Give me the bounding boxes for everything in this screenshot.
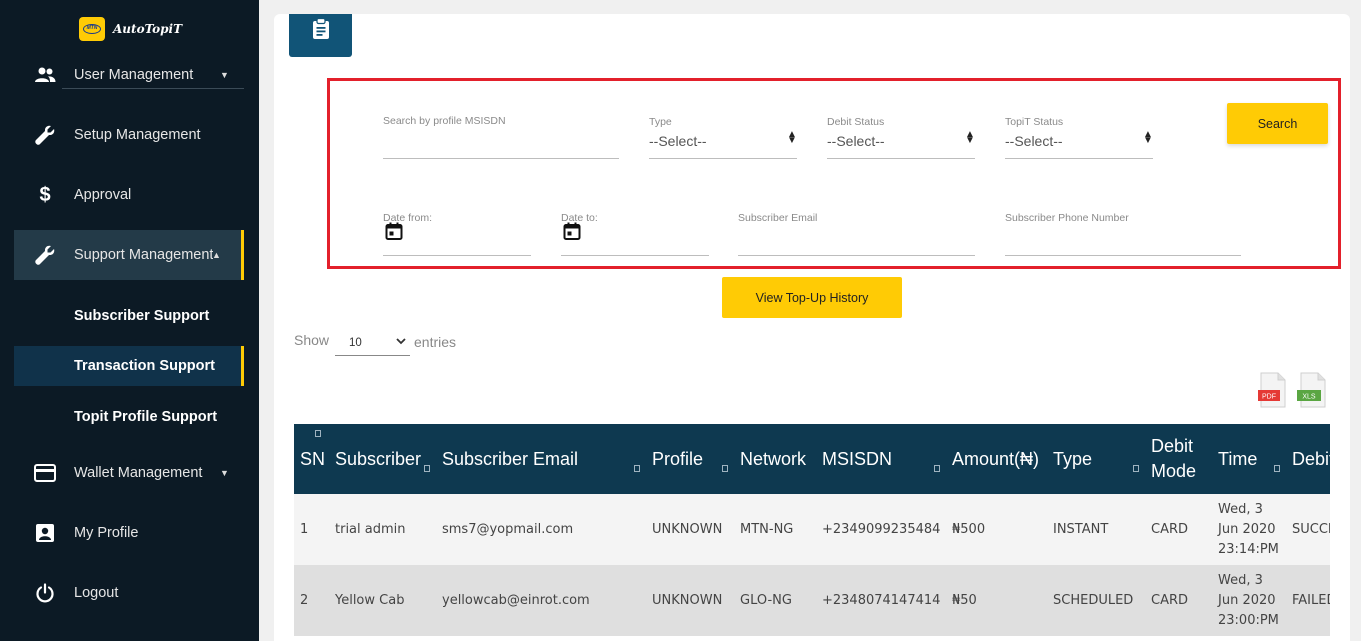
pdf-export-icon[interactable]: PDF xyxy=(1258,372,1286,408)
cell-email: yellowcab@einrot.com xyxy=(442,593,590,608)
cell-debit-status: FAILED xyxy=(1292,593,1330,608)
table-row[interactable]: 2 Yellow Cab yellowcab@einrot.com UNKNOW… xyxy=(294,565,1330,636)
chevron-down-icon: ▼ xyxy=(220,468,229,478)
cell-network: GLO-NG xyxy=(740,593,792,608)
sidebar-item-wallet-management[interactable]: Wallet Management ▼ xyxy=(14,448,244,498)
calendar-icon[interactable] xyxy=(385,222,403,240)
sidebar-subitem-topit-profile-support[interactable]: Topit Profile Support xyxy=(14,397,244,437)
sidebar-item-setup-management[interactable]: Setup Management xyxy=(14,110,244,160)
cell-subscriber: Yellow Cab xyxy=(335,593,405,608)
cell-sn: 2 xyxy=(300,593,309,608)
cell-email: sms7@yopmail.com xyxy=(442,522,574,537)
column-header-email[interactable]: Subscriber Email xyxy=(436,424,646,494)
wrench-icon xyxy=(34,124,56,146)
column-header-time[interactable]: Time xyxy=(1212,424,1286,494)
search-button[interactable]: Search xyxy=(1227,103,1328,144)
dollar-icon: $ xyxy=(39,183,51,206)
subscriber-phone-label: Subscriber Phone Number xyxy=(1005,212,1129,224)
svg-text:PDF: PDF xyxy=(1262,394,1276,401)
sidebar-item-user-management[interactable]: User Management ▼ xyxy=(14,50,244,100)
subscriber-email-input[interactable] xyxy=(738,255,975,256)
sidebar-subitem-transaction-support[interactable]: Transaction Support xyxy=(14,346,244,386)
column-header-debit-mode[interactable]: Debit Mode xyxy=(1145,424,1212,494)
svg-text:XLS: XLS xyxy=(1302,394,1316,401)
date-to-input[interactable] xyxy=(561,222,709,256)
brand[interactable]: MTN AutoTopiT xyxy=(79,17,182,41)
view-topup-history-button[interactable]: View Top-Up History xyxy=(722,277,902,318)
cell-debit-status: SUCCESS xyxy=(1292,522,1330,537)
column-header-subscriber[interactable]: Subscriber xyxy=(329,424,436,494)
entries-label: entries xyxy=(414,334,457,350)
column-header-profile[interactable]: Profile xyxy=(646,424,734,494)
date-from-input[interactable] xyxy=(383,222,531,256)
column-header-debit-status[interactable]: Debit Status xyxy=(1286,424,1330,494)
main-card: Search by profile MSISDN Type --Select--… xyxy=(274,14,1350,641)
wrench-icon xyxy=(34,244,56,266)
cell-debit-mode: CARD xyxy=(1151,593,1189,608)
entries-select[interactable]: 10 xyxy=(335,329,410,356)
cell-profile: UNKNOWN xyxy=(652,593,723,608)
cell-debit-mode: CARD xyxy=(1151,522,1189,537)
sort-arrows-icon: ▲ ▼ xyxy=(787,129,797,146)
cell-amount: ₦500 xyxy=(952,522,986,537)
cell-type: SCHEDULED xyxy=(1053,593,1134,608)
msisdn-field-label: Search by profile MSISDN xyxy=(383,115,506,127)
column-header-msisdn[interactable]: MSISDN xyxy=(816,424,946,494)
cell-sn: 1 xyxy=(300,522,309,537)
topit-status-select[interactable]: --Select-- ▲ ▼ xyxy=(1005,126,1153,159)
column-header-network[interactable]: Network xyxy=(734,424,816,494)
debit-status-select[interactable]: --Select-- ▲ ▼ xyxy=(827,126,975,159)
transactions-table: SN Subscriber Subscriber Email Profile N… xyxy=(294,424,1330,641)
show-label: Show xyxy=(294,332,330,348)
users-icon xyxy=(34,64,56,86)
msisdn-input[interactable] xyxy=(383,158,619,159)
sidebar: MTN AutoTopiT User Management ▼ Setup Ma… xyxy=(0,0,259,641)
mtn-logo-icon: MTN xyxy=(79,17,105,41)
cell-type: INSTANT xyxy=(1053,522,1109,537)
sidebar-subitem-subscriber-support[interactable]: Subscriber Support xyxy=(14,296,244,336)
cell-subscriber: trial admin xyxy=(335,522,406,537)
chevron-down-icon: ▼ xyxy=(220,70,229,80)
brand-name: AutoTopiT xyxy=(113,22,183,36)
cell-time: Wed, 3 Jun 2020 23:00:PM xyxy=(1218,572,1279,628)
chevron-up-icon: ▲ xyxy=(212,250,221,260)
table-row[interactable]: 1 trial admin sms7@yopmail.com UNKNOWN M… xyxy=(294,494,1330,565)
sidebar-item-my-profile[interactable]: My Profile xyxy=(14,508,244,558)
cell-network: MTN-NG xyxy=(740,522,794,537)
xls-export-icon[interactable]: XLS xyxy=(1297,372,1327,408)
profile-icon xyxy=(34,522,56,544)
table-header-row: SN Subscriber Subscriber Email Profile N… xyxy=(294,424,1330,494)
subscriber-email-label: Subscriber Email xyxy=(738,212,818,224)
clipboard-icon xyxy=(289,14,352,57)
cell-profile: UNKNOWN xyxy=(652,522,723,537)
filter-panel: Search by profile MSISDN Type --Select--… xyxy=(327,78,1341,269)
cell-time: Wed, 3 Jun 2020 23:14:PM xyxy=(1218,501,1279,557)
column-header-sn[interactable]: SN xyxy=(294,424,329,494)
cell-msisdn: +2349099235484 xyxy=(822,522,941,537)
column-header-amount[interactable]: Amount(₦) xyxy=(946,424,1047,494)
calendar-icon[interactable] xyxy=(563,222,581,240)
divider xyxy=(62,88,244,89)
sort-arrows-icon: ▲ ▼ xyxy=(965,129,975,146)
type-select[interactable]: --Select-- ▲ ▼ xyxy=(649,126,797,159)
power-icon xyxy=(34,582,56,604)
sidebar-item-logout[interactable]: Logout xyxy=(14,568,244,618)
cell-amount: ₦50 xyxy=(952,593,977,608)
chevron-down-icon xyxy=(396,336,406,348)
column-header-type[interactable]: Type xyxy=(1047,424,1145,494)
card-icon xyxy=(34,462,56,484)
sidebar-item-approval[interactable]: $ Approval xyxy=(14,170,244,220)
sidebar-item-support-management[interactable]: Support Management ▲ xyxy=(14,230,244,280)
sort-arrows-icon: ▲ ▼ xyxy=(1143,129,1153,146)
subscriber-phone-input[interactable] xyxy=(1005,255,1241,256)
cell-msisdn: +2348074147414 xyxy=(822,593,941,608)
